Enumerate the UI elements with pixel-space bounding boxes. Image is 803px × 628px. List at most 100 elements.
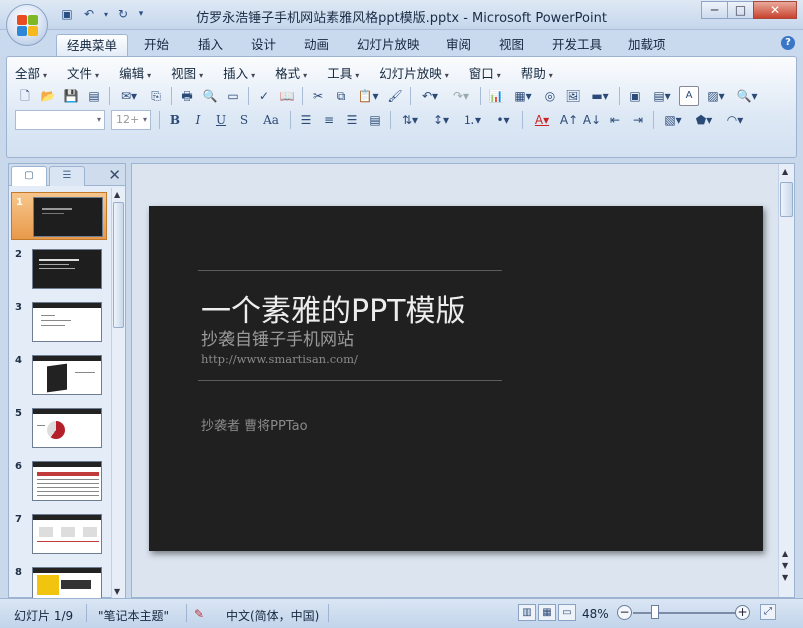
scroll-down-icon[interactable]: ▼ — [782, 561, 788, 570]
zoom-slider-handle[interactable] — [651, 605, 659, 619]
zoom-slider[interactable] — [633, 612, 738, 614]
menu-insert[interactable]: 插入 ▾ — [223, 63, 255, 81]
new-document-icon[interactable]: 🗋 — [15, 86, 35, 106]
line-spacing-icon[interactable]: ↕▾ — [427, 110, 455, 130]
textbox-icon[interactable]: A — [679, 86, 699, 106]
normal-view-icon[interactable]: ▥ — [518, 604, 536, 621]
shape-fill-icon[interactable]: ◠▾ — [721, 110, 749, 130]
tab-home[interactable]: 开始 — [134, 34, 179, 56]
zoom-out-icon[interactable]: − — [617, 605, 632, 620]
new-slide-icon[interactable]: ▣ — [625, 86, 645, 106]
quick-styles-icon[interactable]: ⬟▾ — [690, 110, 718, 130]
align-center-icon[interactable]: ≡ — [319, 110, 339, 130]
slide-title[interactable]: 一个素雅的PPT模版 — [201, 286, 466, 330]
copy-icon[interactable]: ⧉ — [331, 86, 351, 106]
fit-to-window-icon[interactable]: ⤢ — [760, 604, 776, 620]
help-icon[interactable]: ? — [781, 36, 795, 50]
font-color-icon[interactable]: A▾ — [528, 110, 556, 130]
tab-developer[interactable]: 开发工具 — [542, 34, 612, 56]
menu-all[interactable]: 全部 ▾ — [15, 63, 47, 81]
scroll-down-icon[interactable]: ▼ — [114, 587, 120, 596]
text-direction-icon[interactable]: ⇅▾ — [396, 110, 424, 130]
slide-url[interactable]: http://www.smartisan.com/ — [201, 352, 358, 366]
insert-table-icon[interactable]: ▦▾ — [509, 86, 537, 106]
arrange-icon[interactable]: ▧▾ — [659, 110, 687, 130]
slide-author[interactable]: 抄袭者 曹将PPTao — [201, 415, 308, 434]
save-icon[interactable]: 💾 — [61, 86, 81, 106]
menu-format[interactable]: 格式 ▾ — [275, 63, 307, 81]
menu-file[interactable]: 文件 ▾ — [67, 63, 99, 81]
scroll-thumb[interactable] — [780, 182, 793, 217]
color-fill-icon[interactable]: ▬▾ — [586, 86, 614, 106]
bold-button[interactable]: B — [165, 110, 185, 130]
tab-insert[interactable]: 插入 — [188, 34, 233, 56]
editor-scrollbar[interactable]: ▲ ▲ ▼ ▼ — [778, 164, 794, 597]
outline-tab[interactable]: ☰ — [49, 166, 85, 186]
increase-indent-icon[interactable]: ⇥ — [628, 110, 648, 130]
underline-button[interactable]: U — [211, 110, 231, 130]
slide-thumbnail[interactable]: 6 — [11, 457, 107, 505]
slide-thumbnail[interactable]: 4 — [11, 351, 107, 399]
slide-thumbnail[interactable]: 1 — [11, 192, 107, 240]
menu-help[interactable]: 帮助 ▾ — [521, 63, 553, 81]
bullets-icon[interactable]: •▾ — [489, 110, 517, 130]
tab-addins[interactable]: 加载项 — [618, 34, 676, 56]
slide-thumbnail[interactable]: 8 — [11, 563, 107, 598]
research-icon[interactable]: 📖 — [277, 86, 297, 106]
strikethrough-button[interactable]: S — [234, 110, 254, 130]
print-preview-icon[interactable]: 🔍 — [200, 86, 220, 106]
menu-slideshow[interactable]: 幻灯片放映 ▾ — [379, 63, 449, 81]
maximize-button[interactable]: □ — [727, 1, 754, 19]
spelling-icon[interactable]: ✓ — [254, 86, 274, 106]
layout-icon[interactable]: ▤▾ — [648, 86, 676, 106]
slideshow-view-icon[interactable]: ▭ — [558, 604, 576, 621]
open-folder-icon[interactable]: 📂 — [38, 86, 58, 106]
numbering-icon[interactable]: ⒈▾ — [458, 110, 486, 130]
font-size-combo[interactable]: 12+ ▾ — [111, 110, 151, 130]
cut-icon[interactable]: ✂ — [308, 86, 328, 106]
tab-classic-menu[interactable]: 经典菜单 — [56, 34, 129, 56]
language-indicator[interactable]: 中文(简体，中国) — [226, 607, 319, 624]
close-button[interactable]: ✕ — [753, 1, 797, 19]
format-painter-icon[interactable]: 🖌 — [385, 86, 405, 106]
minimize-button[interactable]: ─ — [701, 1, 728, 19]
decrease-indent-icon[interactable]: ⇤ — [605, 110, 625, 130]
slides-panel-scrollbar[interactable]: ▲ ▼ — [111, 188, 125, 598]
justify-icon[interactable]: ▤ — [365, 110, 385, 130]
scroll-up-icon[interactable]: ▲ — [782, 167, 788, 176]
tab-design[interactable]: 设计 — [241, 34, 286, 56]
tab-slideshow[interactable]: 幻灯片放映 — [347, 34, 430, 56]
scroll-thumb[interactable] — [113, 202, 124, 328]
font-name-combo[interactable]: ▾ — [15, 110, 105, 130]
zoom-in-icon[interactable]: + — [735, 605, 750, 620]
find-icon[interactable]: 🔍▾ — [733, 86, 761, 106]
redo-icon[interactable]: ↷▾ — [447, 86, 475, 106]
zoom-level[interactable]: 48% — [582, 607, 609, 621]
smartart-icon[interactable]: ◎ — [540, 86, 560, 106]
menu-tools[interactable]: 工具 ▾ — [327, 63, 359, 81]
shrink-font-icon[interactable]: A↓ — [582, 110, 602, 130]
align-left-icon[interactable]: ☰ — [296, 110, 316, 130]
slides-tab[interactable]: ▢ — [11, 166, 47, 186]
slide-thumbnail[interactable]: 5 — [11, 404, 107, 452]
italic-button[interactable]: I — [188, 110, 208, 130]
attach-icon[interactable]: ⎘ — [146, 86, 166, 106]
prev-slide-icon[interactable]: ▲ — [782, 549, 788, 558]
slide-sorter-icon[interactable]: ▦ — [538, 604, 556, 621]
save-as-pdf-icon[interactable]: ▤ — [84, 86, 104, 106]
menu-edit[interactable]: 编辑 ▾ — [119, 63, 151, 81]
slide-canvas[interactable]: 一个素雅的PPT模版 抄袭自锤子手机网站 http://www.smartisa… — [149, 206, 763, 551]
slide-thumbnail[interactable]: 3 — [11, 298, 107, 346]
insert-chart-icon[interactable]: 📊 — [486, 86, 506, 106]
tab-animation[interactable]: 动画 — [294, 34, 339, 56]
spell-check-icon[interactable]: ✎ — [194, 607, 204, 621]
tab-view[interactable]: 视图 — [489, 34, 534, 56]
permission-icon[interactable]: ✉▾ — [115, 86, 143, 106]
menu-view[interactable]: 视图 ▾ — [171, 63, 203, 81]
clipart-icon[interactable]: 🖼 — [563, 86, 583, 106]
next-slide-icon[interactable]: ▼ — [782, 573, 788, 582]
grow-font-icon[interactable]: A↑ — [559, 110, 579, 130]
insert-picture-icon[interactable]: ▨▾ — [702, 86, 730, 106]
print-icon[interactable]: 🖶 — [177, 86, 197, 106]
tab-review[interactable]: 审阅 — [436, 34, 481, 56]
